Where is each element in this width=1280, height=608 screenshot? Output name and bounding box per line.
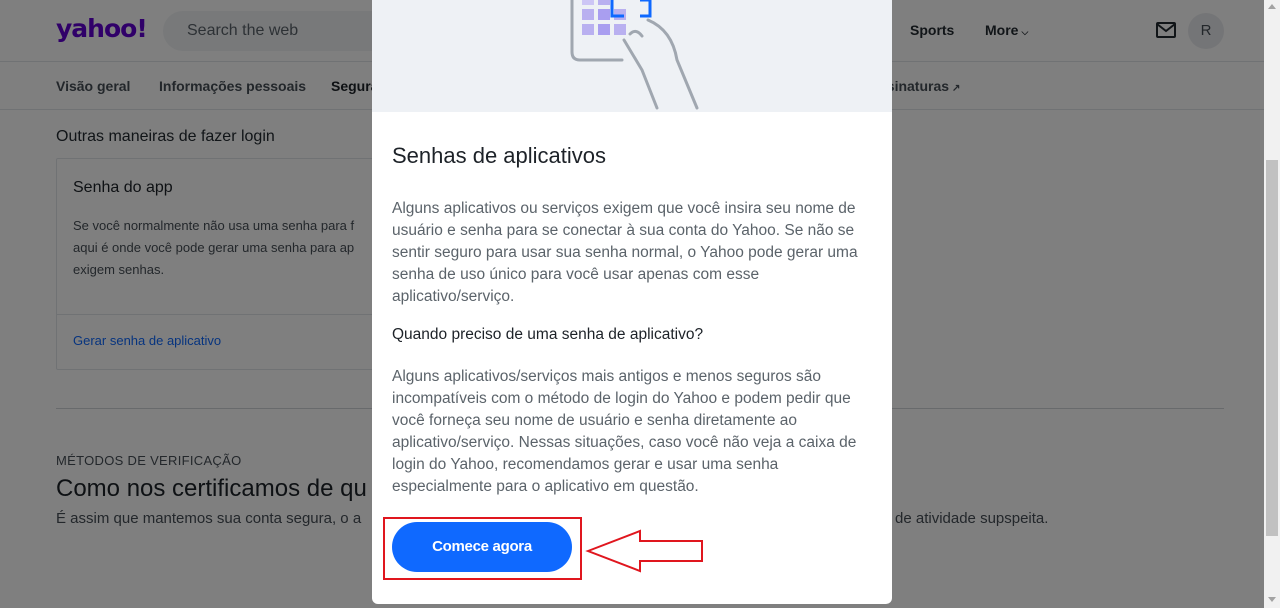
modal-detail-paragraph: Alguns aplicativos/serviços mais antigos… <box>392 368 857 495</box>
modal-intro-paragraph: Alguns aplicativos ou serviços exigem qu… <box>392 200 858 305</box>
annotation-arrow-icon <box>585 529 703 573</box>
app-passwords-modal: Senhas de aplicativos Alguns aplicativos… <box>372 0 892 604</box>
annotation-highlight-box <box>383 517 582 580</box>
phone-illustration-icon <box>570 0 699 110</box>
scrollbar[interactable] <box>1264 0 1280 608</box>
modal-question: Quando preciso de uma senha de aplicativ… <box>392 326 704 343</box>
modal-hero <box>372 0 892 112</box>
scroll-down-arrow-icon[interactable] <box>1268 597 1276 602</box>
scrollbar-thumb[interactable] <box>1266 160 1278 536</box>
modal-title: Senhas de aplicativos <box>392 143 607 168</box>
scroll-up-arrow-icon[interactable] <box>1268 4 1276 9</box>
